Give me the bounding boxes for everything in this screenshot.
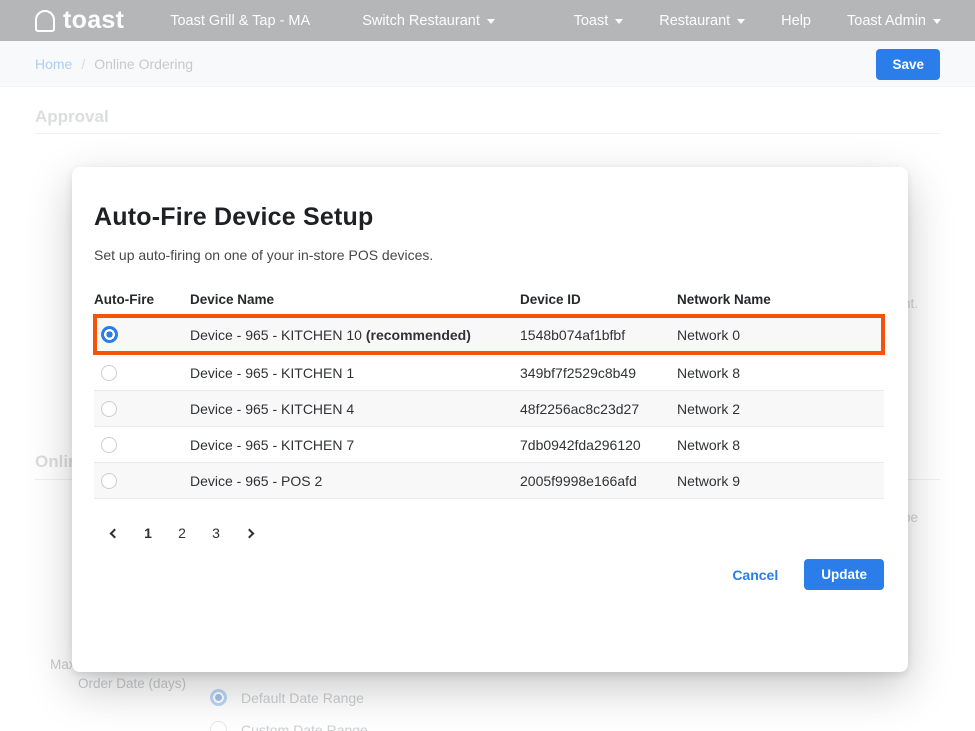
network-name-cell: Network 2 — [677, 401, 884, 417]
auto-fire-device-setup-modal: Auto-Fire Device Setup Set up auto-firin… — [72, 167, 908, 672]
breadcrumb-separator: / — [81, 56, 85, 72]
toast-logo[interactable]: toast — [35, 6, 124, 35]
network-name-cell: Network 9 — [677, 473, 884, 489]
logo-text: toast — [63, 6, 124, 35]
chevron-right-icon[interactable] — [244, 526, 258, 540]
device-name-cell: Device - 965 - KITCHEN 7 — [190, 437, 520, 453]
col-header-network-name: Network Name — [677, 292, 884, 307]
page-number-2[interactable]: 2 — [176, 525, 188, 541]
approval-section-heading: Approval — [35, 107, 940, 134]
nav-menu-help[interactable]: Help — [781, 13, 811, 29]
device-name-cell: Device - 965 - POS 2 — [190, 473, 520, 489]
device-id-cell: 2005f9998e166afd — [520, 473, 677, 489]
breadcrumb-bar: Home / Online Ordering Save — [0, 41, 975, 87]
page-number-1[interactable]: 1 — [142, 525, 154, 541]
table-row[interactable]: Device - 965 - POS 2 2005f9998e166afd Ne… — [94, 463, 884, 499]
cancel-button[interactable]: Cancel — [732, 567, 778, 583]
switch-restaurant-label: Switch Restaurant — [362, 13, 480, 29]
network-name-cell: Network 8 — [677, 365, 884, 381]
caret-down-icon — [933, 19, 941, 24]
device-name-cell: Device - 965 - KITCHEN 4 — [190, 401, 520, 417]
save-button[interactable]: Save — [876, 49, 940, 80]
caret-down-icon — [737, 19, 745, 24]
col-header-device-name: Device Name — [190, 292, 520, 307]
radio-unselected-icon[interactable] — [101, 365, 117, 381]
caret-down-icon — [615, 19, 623, 24]
device-name-cell: Device - 965 - KITCHEN 1 — [190, 365, 520, 381]
bread-logo-icon — [35, 10, 55, 32]
caret-down-icon — [487, 19, 495, 24]
radio-unselected-icon[interactable] — [101, 473, 117, 489]
modal-footer: Cancel Update — [94, 559, 886, 590]
page: toast Toast Grill & Tap - MA Switch Rest… — [0, 0, 975, 731]
table-row[interactable]: Device - 965 - KITCHEN 7 7db0942fda29612… — [94, 427, 884, 463]
radio-selected-icon[interactable] — [101, 326, 118, 343]
default-date-range-label: Default Date Range — [241, 690, 364, 706]
update-button[interactable]: Update — [804, 559, 884, 590]
device-id-cell: 1548b074af1bfbf — [520, 327, 677, 343]
radio-selected-icon — [210, 689, 227, 706]
network-name-cell: Network 0 — [677, 327, 884, 343]
table-row[interactable]: Device - 965 - KITCHEN 10 (recommended) … — [94, 315, 884, 355]
radio-unselected-icon[interactable] — [101, 437, 117, 453]
custom-date-range-option: Custom Date Range — [210, 721, 368, 731]
device-id-cell: 349bf7f2529c8b49 — [520, 365, 677, 381]
page-number-3[interactable]: 3 — [210, 525, 222, 541]
navbar-right-menu: Toast Restaurant Help Toast Admin — [574, 13, 975, 29]
device-id-cell: 7db0942fda296120 — [520, 437, 677, 453]
chevron-left-icon[interactable] — [106, 526, 120, 540]
breadcrumb-current: Online Ordering — [94, 56, 193, 72]
modal-subtitle: Set up auto-firing on one of your in-sto… — [94, 247, 886, 263]
table-row[interactable]: Device - 965 - KITCHEN 1 349bf7f2529c8b4… — [94, 355, 884, 391]
radio-unselected-icon — [210, 721, 227, 731]
col-header-auto-fire: Auto-Fire — [94, 292, 190, 307]
switch-restaurant-menu[interactable]: Switch Restaurant — [362, 13, 495, 29]
device-id-cell: 48f2256ac8c23d27 — [520, 401, 677, 417]
default-date-range-option: Default Date Range — [210, 689, 364, 706]
nav-menu-toast[interactable]: Toast — [574, 13, 624, 29]
device-name-cell: Device - 965 - KITCHEN 10 (recommended) — [190, 327, 520, 343]
device-table: Auto-Fire Device Name Device ID Network … — [94, 283, 884, 499]
top-navbar: toast Toast Grill & Tap - MA Switch Rest… — [0, 0, 975, 41]
breadcrumb-home-link[interactable]: Home — [35, 56, 72, 72]
pagination: 1 2 3 — [94, 525, 886, 541]
order-date-label: Order Date (days) — [78, 676, 186, 691]
modal-title: Auto-Fire Device Setup — [94, 203, 886, 232]
nav-menu-toast-admin[interactable]: Toast Admin — [847, 13, 941, 29]
radio-unselected-icon[interactable] — [101, 401, 117, 417]
table-row[interactable]: Device - 965 - KITCHEN 4 48f2256ac8c23d2… — [94, 391, 884, 427]
restaurant-name: Toast Grill & Tap - MA — [170, 13, 310, 29]
network-name-cell: Network 8 — [677, 437, 884, 453]
custom-date-range-label: Custom Date Range — [241, 722, 368, 731]
device-table-header: Auto-Fire Device Name Device ID Network … — [94, 283, 884, 315]
nav-menu-restaurant[interactable]: Restaurant — [659, 13, 745, 29]
col-header-device-id: Device ID — [520, 292, 677, 307]
